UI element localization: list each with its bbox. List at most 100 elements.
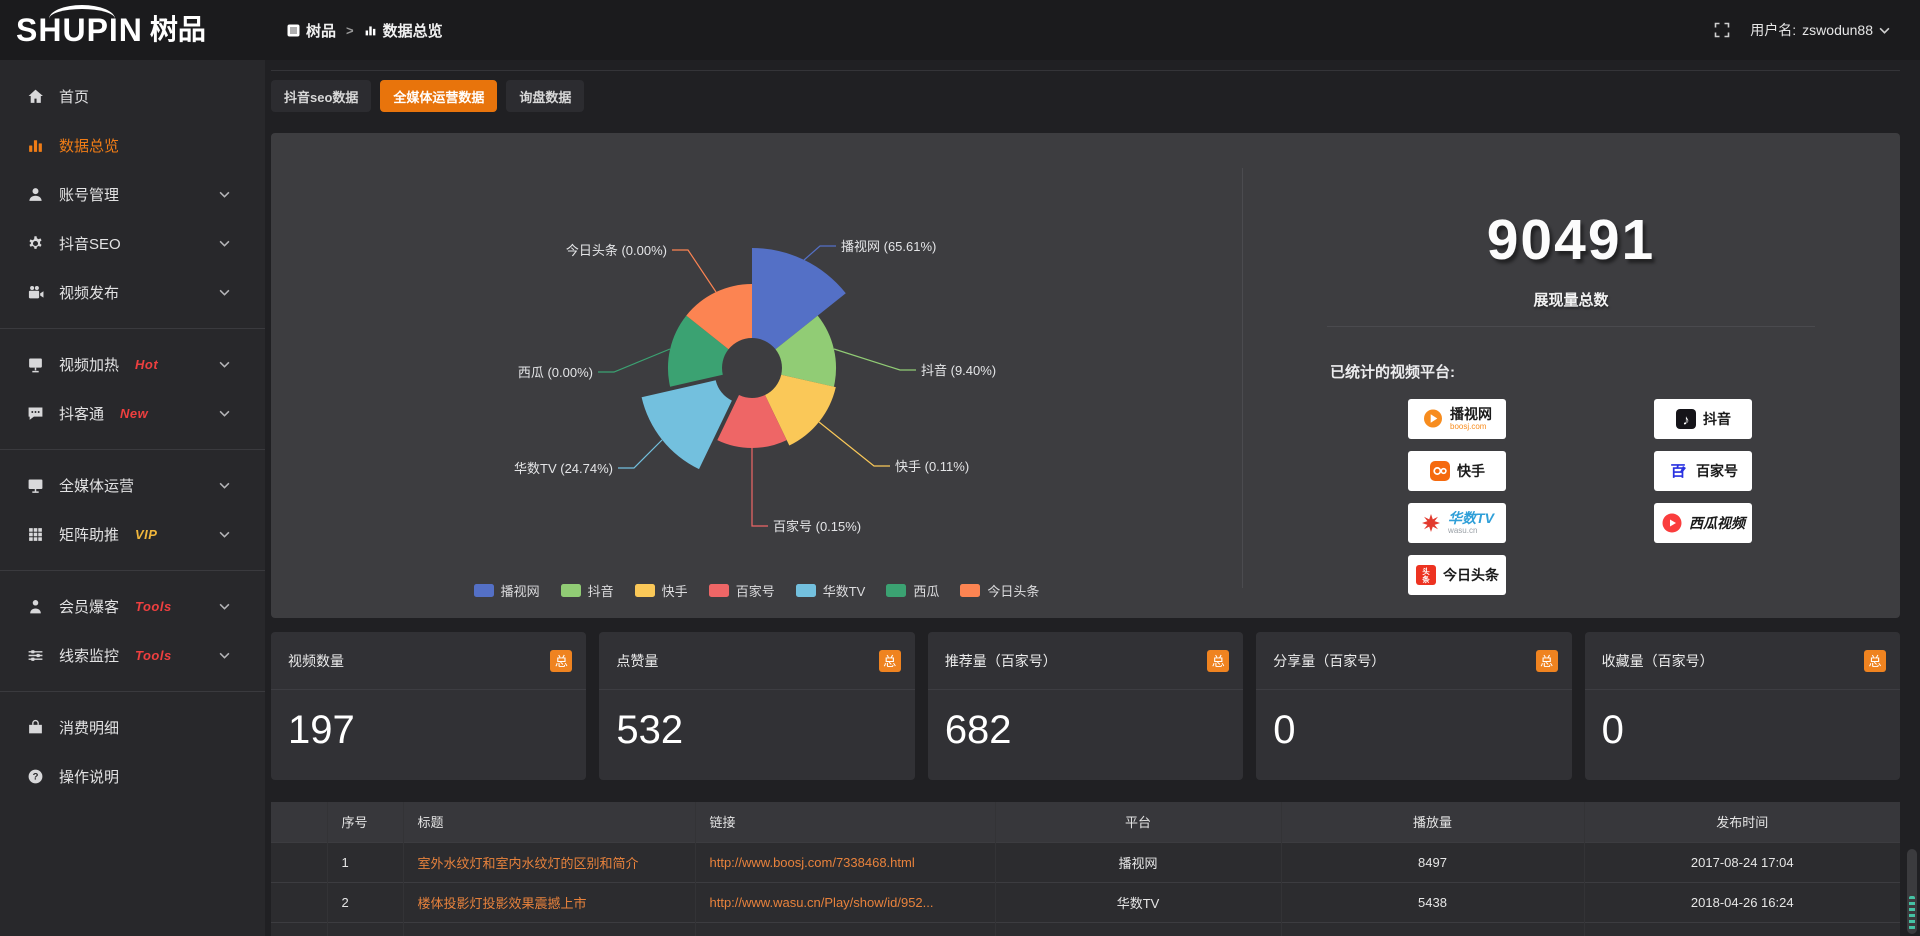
column-header-标题: 标题	[403, 802, 695, 842]
sidebar-item-全媒体运营[interactable]: 全媒体运营	[0, 461, 265, 510]
legend-swatch	[960, 584, 980, 597]
sidebar-item-会员爆客[interactable]: 会员爆客Tools	[0, 582, 265, 631]
stat-card-分享量（百家号）: 分享量（百家号）总0	[1256, 632, 1571, 780]
overview-panel: 播视网 (65.61%)抖音 (9.40%)快手 (0.11%)百家号 (0.1…	[271, 133, 1900, 618]
platform-chip-text: 快手	[1457, 464, 1485, 479]
platform-subtext: boosj.com	[1450, 423, 1486, 431]
legend-item-西瓜[interactable]: 西瓜	[886, 581, 939, 600]
wallet-icon	[27, 719, 45, 737]
row-checkbox-cell	[271, 842, 327, 882]
tab-全媒体运营数据[interactable]: 全媒体运营数据	[380, 80, 497, 112]
platform-chip-今日头条: 头条今日头条	[1408, 555, 1506, 595]
sidebar-item-账号管理[interactable]: 账号管理	[0, 170, 265, 219]
platform-chip-text: 华数TVwasu.cn	[1448, 511, 1494, 536]
chart-icon	[27, 137, 45, 155]
svg-text:百: 百	[1670, 463, 1685, 480]
row-index: 1	[327, 842, 403, 882]
sidebar-item-数据总览[interactable]: 数据总览	[0, 121, 265, 170]
video-url-link[interactable]	[695, 922, 995, 936]
legend-item-播视网[interactable]: 播视网	[474, 581, 540, 600]
legend-item-快手[interactable]: 快手	[635, 581, 688, 600]
gear-icon	[27, 235, 45, 253]
home-icon	[27, 88, 45, 106]
stat-card-value: 532	[616, 708, 914, 753]
app-logo[interactable]: SHUPIN 树品	[0, 14, 265, 46]
sidebar-item-label: 抖音SEO	[59, 233, 121, 254]
row-checkbox-cell	[271, 922, 327, 936]
chevron-down-icon	[219, 240, 230, 247]
wasu-logo-icon	[1420, 512, 1442, 534]
heat-icon	[27, 356, 45, 374]
row-checkbox-cell	[271, 882, 327, 922]
topbar: SHUPIN 树品 树品 > 数据总览 用户名: zswodun88	[0, 0, 1920, 60]
chevron-down-icon	[219, 652, 230, 659]
platform-chip-text: 抖音	[1703, 412, 1731, 427]
video-platform	[995, 922, 1281, 936]
platform-subtext: wasu.cn	[1448, 527, 1477, 535]
logo-text: SHUPIN	[16, 14, 143, 46]
column-header-播放量: 播放量	[1281, 802, 1584, 842]
sidebar-item-label: 全媒体运营	[59, 475, 134, 496]
sidebar-item-操作说明[interactable]: ?操作说明	[0, 752, 265, 801]
stat-card-value: 197	[288, 708, 586, 753]
fullscreen-icon[interactable]	[1714, 22, 1730, 38]
videos-table-section: 序号标题链接平台播放量发布时间 1室外水纹灯和室内水纹灯的区别和简介http:/…	[271, 802, 1900, 936]
tab-询盘数据[interactable]: 询盘数据	[506, 80, 584, 112]
logo-cn-text: 树品	[150, 16, 206, 44]
video-title-link[interactable]	[403, 922, 695, 936]
stat-card-收藏量（百家号）: 收藏量（百家号）总0	[1585, 632, 1900, 780]
tab-抖音seo数据[interactable]: 抖音seo数据	[271, 80, 371, 112]
main-content: 抖音seo数据全媒体运营数据询盘数据 播视网 (65.61%) 抖音 (9.40%…	[265, 60, 1920, 936]
legend-swatch	[635, 584, 655, 597]
video-plays	[1281, 922, 1584, 936]
sliders-icon	[27, 647, 45, 665]
sidebar-group-divider	[0, 328, 265, 329]
legend-item-今日头条[interactable]: 今日头条	[960, 581, 1039, 600]
video-url-link[interactable]: http://www.boosj.com/7338468.html	[695, 842, 995, 882]
sidebar-item-线索监控[interactable]: 线索监控Tools	[0, 631, 265, 680]
sidebar-item-消费明细[interactable]: 消费明细	[0, 703, 265, 752]
header-select-all	[271, 802, 327, 842]
sidebar-item-抖客通[interactable]: 抖客通New	[0, 389, 265, 438]
platform-logo-grid: 播视网boosj.com快手华数TVwasu.cn头条今日头条 ♪抖音百百家号西…	[1408, 399, 1900, 595]
platform-name: 抖音	[1703, 412, 1731, 427]
pie-label-抖音: 抖音 (9.40%)	[921, 363, 996, 378]
video-title-link[interactable]: 楼体投影灯投影效果震撼上市	[403, 882, 695, 922]
total-badge: 总	[1207, 650, 1229, 672]
pie-label-播视网: 播视网 (65.61%)	[841, 239, 936, 254]
user-menu[interactable]: 用户名: zswodun88	[1750, 20, 1890, 40]
breadcrumb-root[interactable]: 树品	[287, 20, 336, 41]
column-header-发布时间: 发布时间	[1584, 802, 1900, 842]
pie-slice-华数TV[interactable]	[642, 380, 732, 469]
sidebar-item-矩阵助推[interactable]: 矩阵助推VIP	[0, 510, 265, 559]
breadcrumb-current[interactable]: 数据总览	[364, 20, 443, 41]
platform-name: 播视网	[1450, 407, 1492, 422]
sidebar-item-抖音SEO[interactable]: 抖音SEO	[0, 219, 265, 268]
platform-chip-抖音: ♪抖音	[1654, 399, 1752, 439]
legend-swatch	[886, 584, 906, 597]
legend-item-华数TV[interactable]: 华数TV	[796, 581, 866, 600]
row-index	[327, 922, 403, 936]
pie-label-西瓜: 西瓜 (0.00%)	[518, 365, 593, 380]
video-url-link[interactable]: http://www.wasu.cn/Play/show/id/952...	[695, 882, 995, 922]
platform-name: 今日头条	[1443, 568, 1499, 583]
video-title-link[interactable]: 室外水纹灯和室内水纹灯的区别和简介	[403, 842, 695, 882]
grid-icon	[27, 526, 45, 544]
legend-item-抖音[interactable]: 抖音	[561, 581, 614, 600]
legend-item-百家号[interactable]: 百家号	[709, 581, 775, 600]
logo-arc-decoration	[49, 5, 115, 19]
sidebar-item-首页[interactable]: 首页	[0, 72, 265, 121]
help-icon: ?	[27, 768, 45, 786]
total-badge: 总	[1536, 650, 1558, 672]
stat-card-label: 收藏量（百家号）	[1602, 651, 1714, 671]
stat-card-header: 视频数量总	[271, 632, 586, 690]
page-scrollbar-thumb[interactable]	[1907, 849, 1917, 934]
sidebar-item-视频加热[interactable]: 视频加热Hot	[0, 340, 265, 389]
total-badge: 总	[879, 650, 901, 672]
pie-label-快手: 快手 (0.11%)	[895, 459, 969, 474]
video-platform: 华数TV	[995, 882, 1281, 922]
sidebar-item-视频发布[interactable]: 视频发布	[0, 268, 265, 317]
topbar-right: 用户名: zswodun88	[1714, 20, 1920, 40]
stat-card-header: 点赞量总	[599, 632, 914, 690]
video-publish-time: 2018-04-26 16:24	[1584, 882, 1900, 922]
